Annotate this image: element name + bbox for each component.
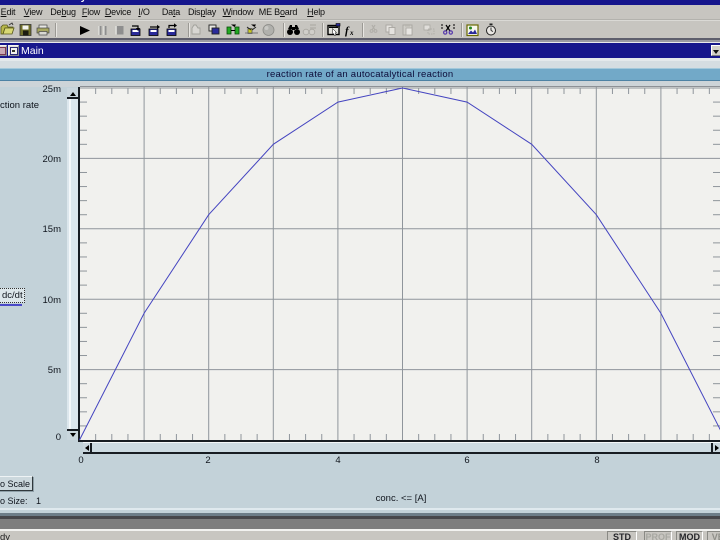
svg-text:x: x: [349, 29, 354, 37]
